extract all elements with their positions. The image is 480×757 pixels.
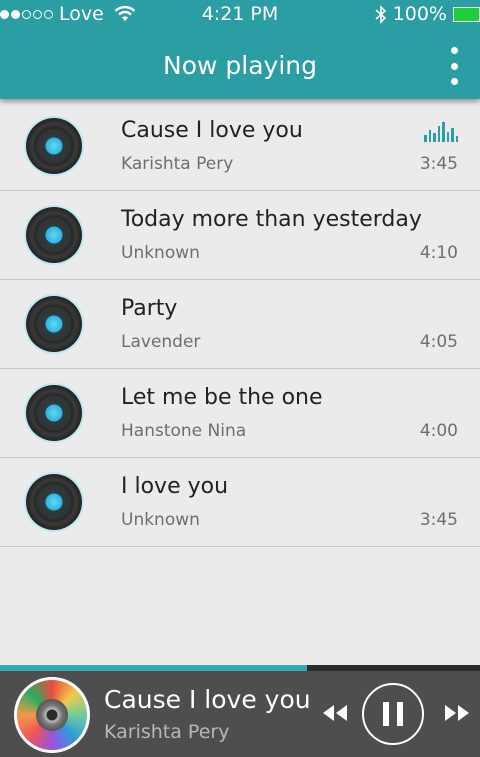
vinyl-disc-icon — [26, 474, 82, 530]
page-title: Now playing — [163, 51, 317, 80]
vinyl-disc-icon — [26, 118, 82, 174]
song-artist: Unknown — [121, 510, 200, 530]
song-title: Let me be the one — [121, 385, 323, 410]
fast-forward-button[interactable] — [442, 701, 472, 725]
song-row[interactable]: Cause I love you Karishta Pery 3:45 — [0, 102, 480, 191]
song-duration: 4:05 — [419, 332, 458, 352]
song-duration: 4:10 — [419, 243, 458, 263]
song-artist: Unknown — [121, 243, 200, 263]
battery-percent: 100% — [392, 3, 447, 25]
song-title: I love you — [121, 474, 229, 499]
rewind-button[interactable] — [320, 701, 350, 725]
song-artist: Lavender — [121, 332, 201, 352]
status-right: 100% — [375, 3, 480, 25]
song-duration: 3:45 — [419, 510, 458, 530]
status-bar: Love 4:21 PM 100% — [0, 0, 480, 33]
pause-button[interactable] — [362, 683, 424, 745]
song-artist: Karishta Pery — [121, 154, 234, 174]
vinyl-disc-icon — [26, 296, 82, 352]
song-row[interactable]: I love you Unknown 3:45 — [0, 458, 480, 547]
overflow-menu-icon[interactable] — [444, 47, 464, 85]
song-artist: Hanstone Nina — [121, 421, 247, 441]
song-row[interactable]: Party Lavender 4:05 — [0, 280, 480, 369]
battery-icon — [453, 6, 480, 22]
mini-player: Cause I love you Karishta Pery — [0, 671, 480, 757]
app-header: Love 4:21 PM 100% Now playing — [0, 0, 480, 99]
vinyl-disc-icon — [26, 385, 82, 441]
song-row[interactable]: Let me be the one Hanstone Nina 4:00 — [0, 369, 480, 458]
equalizer-icon — [424, 120, 458, 142]
song-row[interactable]: Today more than yesterday Unknown 4:10 — [0, 191, 480, 280]
song-title: Cause I love you — [121, 118, 303, 143]
song-title: Today more than yesterday — [121, 207, 422, 232]
song-title: Party — [121, 296, 178, 321]
song-duration: 3:45 — [419, 154, 458, 174]
now-playing-title: Cause I love you — [104, 685, 311, 714]
now-playing-artist: Karishta Pery — [104, 721, 230, 743]
album-art[interactable] — [14, 677, 90, 753]
song-duration: 4:00 — [419, 421, 458, 441]
song-list: Cause I love you Karishta Pery 3:45 Toda… — [0, 102, 480, 547]
title-bar: Now playing — [0, 33, 480, 99]
vinyl-disc-icon — [26, 207, 82, 263]
bluetooth-icon — [375, 4, 386, 24]
